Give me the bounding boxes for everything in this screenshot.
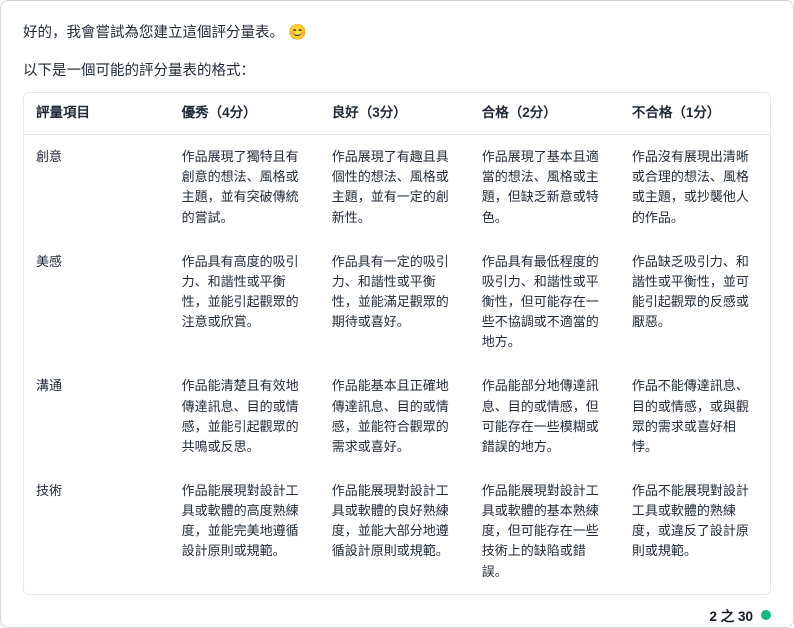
status-dot-icon (761, 610, 771, 620)
page-indicator: 2 之 30 (709, 605, 753, 625)
intro-sentence: 好的，我會嘗試為您建立這個評分量表。 (23, 25, 284, 41)
table-header-row: 評量項目 優秀（4分） 良好（3分） 合格（2分） 不合格（1分） (24, 93, 770, 134)
header-item: 評量項目 (24, 93, 170, 134)
cell-l3: 作品能基本且正確地傳達訊息、目的或情感，並能符合觀眾的需求或喜好。 (320, 364, 470, 469)
rubric-table-wrap: 評量項目 優秀（4分） 良好（3分） 合格（2分） 不合格（1分） 創意 作品展… (23, 92, 771, 594)
cell-l2: 作品展現了基本且適當的想法、風格或主題，但缺乏新意或特色。 (470, 135, 620, 240)
table-row: 溝通 作品能清楚且有效地傳達訊息、目的或情感，並能引起觀眾的共鳴或反思。 作品能… (24, 364, 770, 469)
cell-l4: 作品能展現對設計工具或軟體的高度熟練度，並能完美地遵循設計原則或規範。 (170, 469, 320, 594)
table-row: 技術 作品能展現對設計工具或軟體的高度熟練度，並能完美地遵循設計原則或規範。 作… (24, 469, 770, 594)
cell-l2: 作品能展現對設計工具或軟體的基本熟練度，但可能存在一些技術上的缺陷或錯誤。 (470, 469, 620, 594)
header-level-2: 合格（2分） (470, 93, 620, 134)
cell-l3: 作品展現了有趣且具個性的想法、風格或主題，並有一定的創新性。 (320, 135, 470, 240)
row-name: 創意 (24, 135, 170, 240)
cell-l1: 作品缺乏吸引力、和諧性或平衡性，並可能引起觀眾的反感或厭惡。 (620, 240, 770, 365)
cell-l1: 作品不能展現對設計工具或軟體的熟練度，或違反了設計原則或規範。 (620, 469, 770, 594)
cell-l4: 作品具有高度的吸引力、和諧性或平衡性，並能引起觀眾的注意或欣賞。 (170, 240, 320, 365)
cell-l1: 作品不能傳達訊息、目的或情感，或與觀眾的需求或喜好相悖。 (620, 364, 770, 469)
header-level-4: 優秀（4分） (170, 93, 320, 134)
row-name: 溝通 (24, 364, 170, 469)
row-name: 美感 (24, 240, 170, 365)
cell-l1: 作品沒有展現出清晰或合理的想法、風格或主題，或抄襲他人的作品。 (620, 135, 770, 240)
rubric-table: 評量項目 優秀（4分） 良好（3分） 合格（2分） 不合格（1分） 創意 作品展… (24, 93, 770, 593)
message-card: 好的，我會嘗試為您建立這個評分量表。 😊 以下是一個可能的評分量表的格式： 評量… (0, 0, 794, 628)
smile-emoji: 😊 (288, 24, 307, 41)
table-row: 創意 作品展現了獨特且有創意的想法、風格或主題，並有突破傳統的嘗試。 作品展現了… (24, 135, 770, 240)
footer: 2 之 30 (23, 595, 771, 625)
cell-l4: 作品能清楚且有效地傳達訊息、目的或情感，並能引起觀眾的共鳴或反思。 (170, 364, 320, 469)
cell-l2: 作品具有最低程度的吸引力、和諧性或平衡性，但可能存在一些不協調或不適當的地方。 (470, 240, 620, 365)
cell-l3: 作品具有一定的吸引力、和諧性或平衡性，並能滿足觀眾的期待或喜好。 (320, 240, 470, 365)
table-row: 美感 作品具有高度的吸引力、和諧性或平衡性，並能引起觀眾的注意或欣賞。 作品具有… (24, 240, 770, 365)
subtitle-text: 以下是一個可能的評分量表的格式： (23, 59, 771, 80)
header-level-1: 不合格（1分） (620, 93, 770, 134)
row-name: 技術 (24, 469, 170, 594)
cell-l3: 作品能展現對設計工具或軟體的良好熟練度，並能大部分地遵循設計原則或規範。 (320, 469, 470, 594)
intro-text: 好的，我會嘗試為您建立這個評分量表。 😊 (23, 21, 771, 45)
cell-l2: 作品能部分地傳達訊息、目的或情感，但可能存在一些模糊或錯誤的地方。 (470, 364, 620, 469)
cell-l4: 作品展現了獨特且有創意的想法、風格或主題，並有突破傳統的嘗試。 (170, 135, 320, 240)
header-level-3: 良好（3分） (320, 93, 470, 134)
